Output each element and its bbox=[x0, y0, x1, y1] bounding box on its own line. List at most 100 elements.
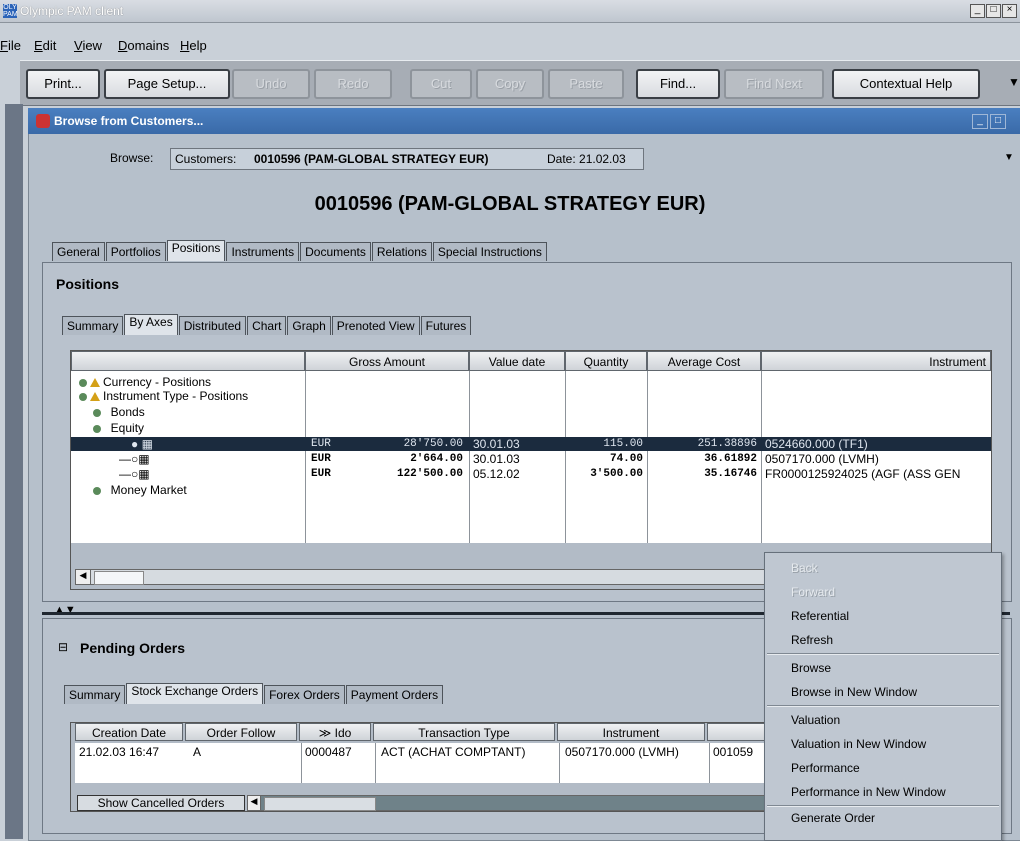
maximize-icon[interactable]: □ bbox=[986, 4, 1001, 18]
toolbar: Print... Page Setup... Undo Redo Cut Cop… bbox=[20, 60, 1020, 106]
expand-icon[interactable] bbox=[93, 486, 101, 495]
column-header-average-cost[interactable]: Average Cost bbox=[647, 351, 761, 371]
browse-dropdown-icon[interactable]: ▼ bbox=[1004, 152, 1014, 163]
column-header-creation-date[interactable]: Creation Date bbox=[75, 723, 183, 741]
column-header-quantity[interactable]: Quantity bbox=[565, 351, 647, 371]
undo-button[interactable]: Undo bbox=[232, 69, 310, 99]
position-icon: —○▦ bbox=[119, 467, 150, 481]
menu-item-back[interactable]: Back bbox=[791, 561, 818, 575]
menu-item-valuation-new-window[interactable]: Valuation in New Window bbox=[791, 737, 926, 751]
tab-documents[interactable]: Documents bbox=[300, 242, 371, 261]
table-row[interactable]: —○▦ EUR 122'500.00 05.12.02 3'500.00 35.… bbox=[71, 467, 991, 481]
menu-item-generate-order[interactable]: Generate Order bbox=[791, 811, 875, 825]
expand-icon[interactable] bbox=[93, 408, 101, 417]
collapse-icon[interactable] bbox=[79, 392, 87, 401]
column-header-value-date[interactable]: Value date bbox=[469, 351, 565, 371]
inner-maximize-icon[interactable]: □ bbox=[990, 114, 1006, 129]
menu-separator bbox=[767, 705, 999, 707]
window-icon bbox=[36, 114, 50, 128]
show-cancelled-orders-button[interactable]: Show Cancelled Orders bbox=[77, 795, 245, 811]
app-icon: OLY PAM bbox=[3, 4, 18, 18]
tab-futures[interactable]: Futures bbox=[420, 316, 472, 335]
copy-button[interactable]: Copy bbox=[476, 69, 544, 99]
table-row[interactable]: 21.02.03 16:47 A 0000487 ACT (ACHAT COMP… bbox=[75, 745, 791, 759]
menu-item-forward[interactable]: Forward bbox=[791, 585, 835, 599]
tab-payment-orders[interactable]: Payment Orders bbox=[345, 685, 444, 704]
menu-view[interactable]: View bbox=[74, 38, 102, 53]
column-header-order-follow[interactable]: Order Follow bbox=[185, 723, 297, 741]
menu-item-browse[interactable]: Browse bbox=[791, 661, 831, 675]
tab-pending-summary[interactable]: Summary bbox=[64, 685, 126, 704]
column-header-instrument[interactable]: Instrument bbox=[557, 723, 705, 741]
menu-bar: File Edit View Domains Help bbox=[0, 36, 1020, 56]
page-setup-button[interactable]: Page Setup... bbox=[104, 69, 230, 99]
tab-graph[interactable]: Graph bbox=[287, 316, 331, 335]
expand-icon[interactable] bbox=[79, 378, 87, 387]
pending-orders-title: Pending Orders bbox=[80, 640, 186, 656]
find-next-button[interactable]: Find Next bbox=[724, 69, 824, 99]
tree-node-bonds[interactable]: Bonds bbox=[93, 405, 145, 419]
column-header-instrument[interactable]: Instrument bbox=[761, 351, 991, 371]
cut-button[interactable]: Cut bbox=[410, 69, 472, 99]
tree-node-equity[interactable]: Equity bbox=[93, 421, 144, 435]
inner-minimize-icon[interactable]: _ bbox=[972, 114, 988, 129]
redo-button[interactable]: Redo bbox=[314, 69, 392, 99]
cell-quantity: 3'500.00 bbox=[590, 468, 643, 480]
table-row[interactable]: ● ▦ EUR 28'750.00 30.01.03 115.00 251.38… bbox=[71, 437, 991, 451]
menu-domains[interactable]: Domains bbox=[118, 38, 169, 53]
tree-node-currency[interactable]: Currency - Positions bbox=[79, 375, 211, 389]
horizontal-scrollbar[interactable]: ◀ bbox=[75, 569, 771, 585]
close-icon[interactable]: × bbox=[1002, 4, 1017, 18]
tab-prenoted-view[interactable]: Prenoted View bbox=[331, 316, 420, 335]
find-button[interactable]: Find... bbox=[636, 69, 720, 99]
tab-general[interactable]: General bbox=[52, 242, 105, 261]
tree-node-instrument-type[interactable]: Instrument Type - Positions bbox=[79, 389, 248, 403]
menu-item-browse-new-window[interactable]: Browse in New Window bbox=[791, 685, 917, 699]
collapse-icon[interactable] bbox=[93, 424, 101, 433]
browse-label: Browse: bbox=[110, 151, 154, 165]
cell-instrument: FR0000125924025 (AGF (ASS GEN bbox=[765, 467, 961, 481]
tab-special-instructions[interactable]: Special Instructions bbox=[432, 242, 547, 261]
tab-chart[interactable]: Chart bbox=[247, 316, 287, 335]
table-row[interactable]: —○▦ EUR 2'664.00 30.01.03 74.00 36.61892… bbox=[71, 452, 991, 466]
menu-item-valuation[interactable]: Valuation bbox=[791, 713, 840, 727]
menu-file[interactable]: File bbox=[0, 38, 21, 53]
scroll-left-icon[interactable]: ◀ bbox=[76, 570, 91, 584]
scroll-thumb[interactable] bbox=[94, 571, 144, 585]
tab-by-axes[interactable]: By Axes bbox=[124, 314, 178, 335]
tab-forex-orders[interactable]: Forex Orders bbox=[264, 685, 345, 704]
contextual-help-button[interactable]: Contextual Help bbox=[832, 69, 980, 99]
toolbar-overflow-icon[interactable]: ▼ bbox=[1008, 75, 1020, 89]
tab-portfolios[interactable]: Portfolios bbox=[105, 242, 166, 261]
collapse-icon[interactable]: ⊟ bbox=[58, 640, 68, 654]
menu-item-refresh[interactable]: Refresh bbox=[791, 633, 833, 647]
menu-edit[interactable]: Edit bbox=[34, 38, 56, 53]
scroll-thumb[interactable] bbox=[264, 797, 376, 811]
menu-item-performance-new-window[interactable]: Performance in New Window bbox=[791, 785, 946, 799]
scroll-left-icon[interactable]: ◀ bbox=[248, 796, 261, 810]
app-title: Olympic PAM client bbox=[20, 4, 124, 18]
cell-instrument: 0524660.000 (TF1) bbox=[765, 437, 868, 451]
column-header-ido[interactable]: ≫ Ido bbox=[299, 723, 371, 741]
print-button[interactable]: Print... bbox=[26, 69, 100, 99]
browse-date: Date: 21.02.03 bbox=[547, 152, 626, 166]
tree-node-money-market[interactable]: Money Market bbox=[93, 483, 187, 497]
menu-item-referential[interactable]: Referential bbox=[791, 609, 849, 623]
tab-positions[interactable]: Positions bbox=[166, 240, 226, 261]
tab-stock-exchange-orders[interactable]: Stock Exchange Orders bbox=[126, 683, 264, 704]
column-header-gross-amount[interactable]: Gross Amount bbox=[305, 351, 469, 371]
tab-summary[interactable]: Summary bbox=[62, 316, 124, 335]
menu-item-performance[interactable]: Performance bbox=[791, 761, 860, 775]
cell-value-date: 30.01.03 bbox=[473, 452, 520, 466]
tab-relations[interactable]: Relations bbox=[371, 242, 432, 261]
pending-horizontal-scrollbar[interactable]: ◀ bbox=[247, 795, 789, 811]
browse-field[interactable]: Customers: 0010596 (PAM-GLOBAL STRATEGY … bbox=[170, 148, 644, 170]
tab-distributed[interactable]: Distributed bbox=[178, 316, 247, 335]
tab-instruments[interactable]: Instruments bbox=[226, 242, 300, 261]
minimize-icon[interactable]: _ bbox=[970, 4, 985, 18]
browse-value: 0010596 (PAM-GLOBAL STRATEGY EUR) bbox=[254, 152, 489, 166]
menu-help[interactable]: Help bbox=[180, 38, 207, 53]
column-header-transaction-type[interactable]: Transaction Type bbox=[373, 723, 555, 741]
paste-button[interactable]: Paste bbox=[548, 69, 624, 99]
column-header-tree[interactable] bbox=[71, 351, 305, 371]
